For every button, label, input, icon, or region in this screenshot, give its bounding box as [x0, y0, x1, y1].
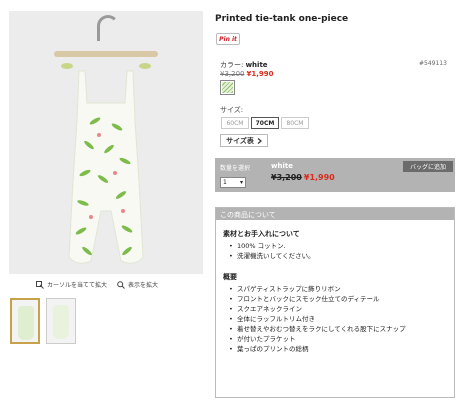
cursor-zoom-icon: [36, 280, 44, 289]
size-options: 60CM 70CM 80CM: [221, 117, 309, 129]
quantity-select[interactable]: 1 ▾: [220, 177, 246, 188]
magnifier-icon: [117, 280, 125, 289]
add-to-bag-button[interactable]: バッグに追加: [403, 161, 453, 172]
color-label: カラー:: [220, 61, 244, 69]
list-item: フロントとバックにスモック仕立てのディテール: [229, 294, 447, 304]
color-value: white: [245, 61, 268, 69]
list-item: 全体にラッフルトリム付き: [229, 314, 447, 324]
product-main-image[interactable]: [9, 11, 203, 274]
size-chart-button[interactable]: サイズ表: [220, 134, 268, 147]
quantity-label: 数量を選択: [220, 165, 251, 172]
color-price: ¥3,200 ¥1,990: [220, 70, 274, 78]
list-item: 洗濯機洗いしてください。: [229, 251, 447, 261]
original-price: ¥3,200: [220, 70, 245, 78]
hanger-bar: [54, 51, 158, 57]
cart-price: ¥3,200 ¥1,990: [271, 173, 335, 182]
material-list: 100% コットン. 洗濯機洗いしてください。: [229, 241, 447, 261]
cart-sale-price: ¥1,990: [303, 173, 335, 182]
list-item: 着せ替えやおむつ替えをラクにしてくれる股下にスナップ: [229, 324, 447, 334]
size-option-70[interactable]: 70CM: [251, 117, 279, 129]
enlarge-view[interactable]: 表示を拡大: [117, 280, 158, 289]
list-item: 葉っぱのプリントの総柄: [229, 344, 447, 354]
zoom-bar: カーソルを当てて拡大 表示を拡大: [36, 280, 158, 289]
product-details-panel: この商品について 素材とお手入れについて 100% コットン. 洗濯機洗いしてく…: [215, 207, 455, 398]
material-title: 素材とお手入れについて: [223, 230, 300, 238]
list-item: が付いたプラケット: [229, 334, 447, 344]
cart-original-price: ¥3,200: [271, 173, 302, 182]
list-item: スクエアネックライン: [229, 304, 447, 314]
sale-price: ¥1,990: [246, 70, 274, 78]
product-sku: #549113: [419, 60, 447, 67]
pin-it-button[interactable]: Pin it: [216, 33, 240, 45]
one-piece-garment: [68, 70, 144, 264]
list-item: 100% コットン.: [229, 241, 447, 251]
size-chart-label: サイズ表: [226, 136, 254, 145]
list-item: スパゲティストラップに飾りリボン: [229, 284, 447, 294]
overview-title: 概要: [223, 273, 237, 281]
color-row: カラー: white: [220, 60, 268, 70]
thumbnail-back[interactable]: [46, 298, 76, 344]
hanger-hook: [97, 15, 119, 41]
hover-zoom[interactable]: カーソルを当てて拡大: [36, 280, 107, 289]
cart-color: white: [271, 162, 293, 170]
size-label: サイズ:: [220, 106, 244, 114]
enlarge-view-label: 表示を拡大: [128, 282, 159, 289]
overview-list: スパゲティストラップに飾りリボン フロントとバックにスモック仕立てのディテール …: [229, 284, 447, 354]
chevron-right-icon: [257, 137, 262, 144]
size-option-80[interactable]: 80CM: [281, 117, 309, 129]
thumbnail-strip: [10, 298, 76, 344]
details-header: この商品について: [216, 208, 454, 220]
chevron-down-icon: ▾: [239, 179, 243, 186]
color-swatch-white[interactable]: [220, 80, 235, 95]
thumbnail-front[interactable]: [10, 298, 40, 344]
product-title: Printed tie-tank one-piece: [215, 14, 349, 24]
size-option-60[interactable]: 60CM: [221, 117, 249, 129]
add-to-bag-panel: 数量を選択 1 ▾ white ¥3,200 ¥1,990 バッグに追加: [215, 158, 455, 192]
hover-zoom-label: カーソルを当てて拡大: [47, 282, 108, 289]
quantity-value: 1: [223, 179, 227, 186]
